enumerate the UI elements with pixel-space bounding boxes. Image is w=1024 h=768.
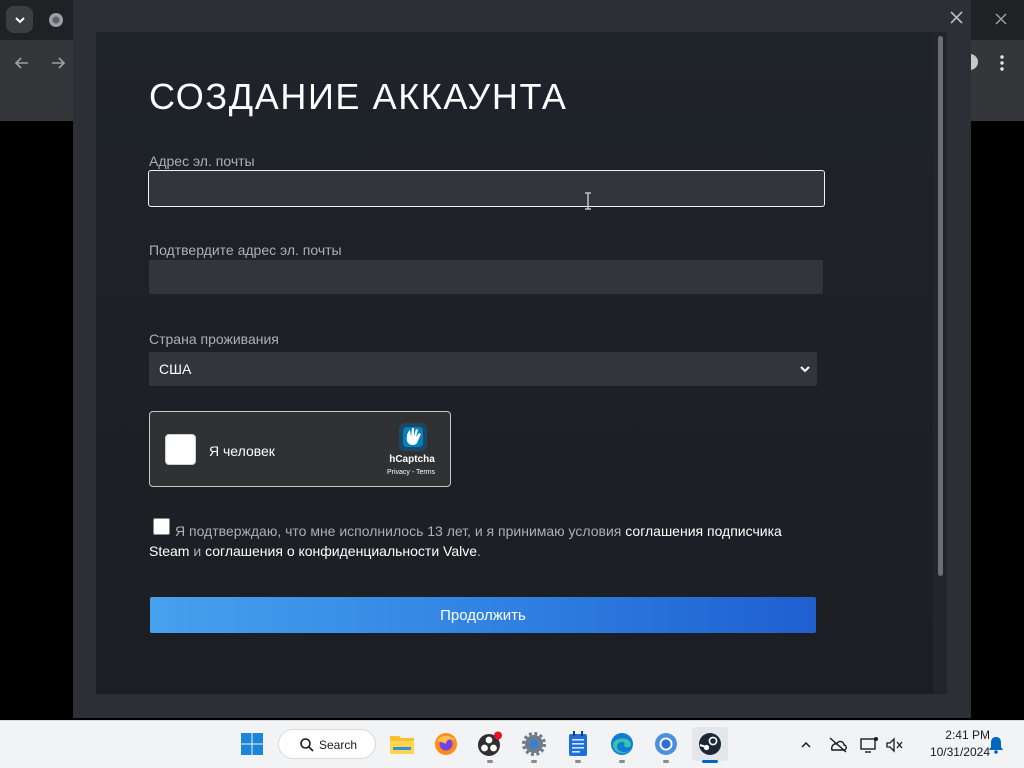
window-close-button[interactable] xyxy=(990,8,1012,30)
display-icon[interactable] xyxy=(859,735,879,755)
steam-icon[interactable] xyxy=(692,727,728,761)
obs-studio-icon[interactable] xyxy=(474,728,506,760)
close-icon xyxy=(949,10,963,24)
country-selected-value: США xyxy=(159,361,192,377)
country-select[interactable]: США xyxy=(149,352,817,386)
chevron-up-icon[interactable] xyxy=(796,735,816,755)
continue-button[interactable]: Продолжить xyxy=(150,597,816,633)
windows-start-icon[interactable] xyxy=(236,728,268,760)
captcha-label: Я человек xyxy=(209,443,275,459)
agreement-text: Я подтверждаю, что мне исполнилось 13 ле… xyxy=(149,521,809,561)
speaker-muted-icon[interactable] xyxy=(885,735,905,755)
email-field[interactable] xyxy=(148,170,825,207)
more-vertical-icon xyxy=(1000,55,1004,71)
captcha-checkbox[interactable] xyxy=(165,434,196,465)
text-cursor-icon xyxy=(583,192,593,210)
chevron-down-icon xyxy=(800,366,810,373)
tab-search-button[interactable] xyxy=(6,6,33,33)
close-icon xyxy=(995,13,1007,25)
file-explorer-icon[interactable] xyxy=(386,728,418,760)
chevron-down-icon xyxy=(14,16,25,23)
confirm-email-label: Подтвердите адрес эл. почты xyxy=(149,242,342,258)
chrome-browser-icon[interactable] xyxy=(650,728,682,760)
email-label: Адрес эл. почты xyxy=(149,153,255,169)
hcaptcha-logo-icon xyxy=(395,419,431,455)
cloud-offline-icon[interactable] xyxy=(828,735,848,755)
search-label: Search xyxy=(319,738,358,752)
running-indicator xyxy=(619,760,625,763)
agreement-text-part: Я подтверждаю, что мне исполнилось 13 ле… xyxy=(175,523,626,539)
clock-date[interactable]: 10/31/2024 xyxy=(912,745,990,759)
search-icon xyxy=(300,738,314,752)
hcaptcha-widget: Я человек hCaptcha Privacy - Terms xyxy=(149,411,451,487)
running-indicator xyxy=(487,760,493,763)
privacy-policy-link[interactable]: соглашения о конфиденциальности Valve xyxy=(205,543,477,559)
notification-bell-icon[interactable] xyxy=(986,735,1006,755)
running-indicator xyxy=(663,760,669,763)
confirm-email-field[interactable] xyxy=(149,260,823,294)
taskbar-search[interactable]: Search xyxy=(278,729,376,759)
arrow-left-icon xyxy=(14,57,28,69)
clock-time[interactable]: 2:41 PM xyxy=(930,728,990,742)
running-indicator xyxy=(575,760,581,763)
back-button[interactable] xyxy=(12,53,32,73)
country-label: Страна проживания xyxy=(149,331,279,347)
arrow-right-icon xyxy=(52,57,66,69)
page-title: СОЗДАНИЕ АККАУНТА xyxy=(149,76,568,117)
browser-menu-button[interactable] xyxy=(992,52,1012,74)
dialog-close-button[interactable] xyxy=(945,6,967,28)
globe-icon[interactable] xyxy=(48,12,64,28)
active-indicator xyxy=(702,760,718,763)
agreement-text-part: . xyxy=(477,543,481,559)
settings-gear-icon[interactable] xyxy=(518,728,550,760)
agreement-text-part: и xyxy=(189,543,206,559)
notepad-icon[interactable] xyxy=(562,728,594,760)
forward-button[interactable] xyxy=(48,53,68,73)
scrollbar-thumb[interactable] xyxy=(938,36,943,576)
captcha-privacy-terms-link[interactable]: Privacy - Terms xyxy=(378,469,444,476)
edge-browser-icon[interactable] xyxy=(606,728,638,760)
running-indicator xyxy=(531,760,537,763)
captcha-brand: hCaptcha xyxy=(389,454,435,465)
firefox-icon[interactable] xyxy=(430,728,462,760)
